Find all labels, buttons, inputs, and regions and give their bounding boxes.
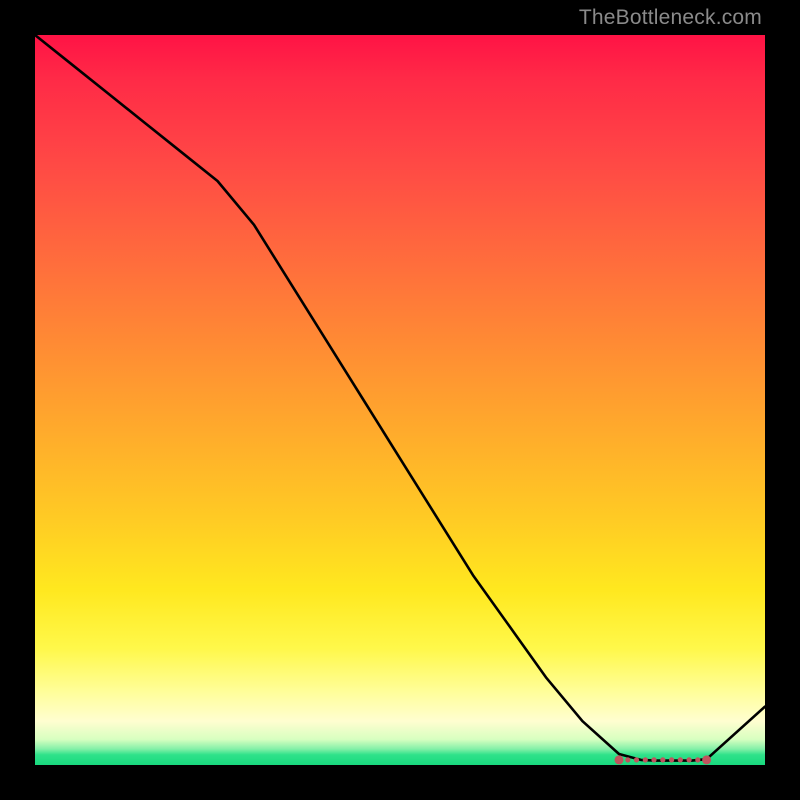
trough-marker-dot	[695, 757, 700, 762]
trough-marker-dot	[643, 757, 648, 762]
trough-marker-dot	[625, 757, 630, 762]
trough-marker-dot	[669, 757, 674, 762]
trough-marker-dot	[651, 757, 656, 762]
trough-marker-dot	[687, 757, 692, 762]
trough-marker-dot	[678, 757, 683, 762]
curve-layer	[35, 35, 765, 765]
trough-marker-dot	[634, 757, 639, 762]
data-line	[35, 35, 765, 761]
trough-marker-dot	[615, 755, 624, 764]
chart-frame: TheBottleneck.com	[0, 0, 800, 800]
attribution-text: TheBottleneck.com	[579, 6, 762, 30]
trough-marker-dot	[702, 755, 711, 764]
trough-marker-dot	[660, 757, 665, 762]
plot-area	[35, 35, 765, 765]
